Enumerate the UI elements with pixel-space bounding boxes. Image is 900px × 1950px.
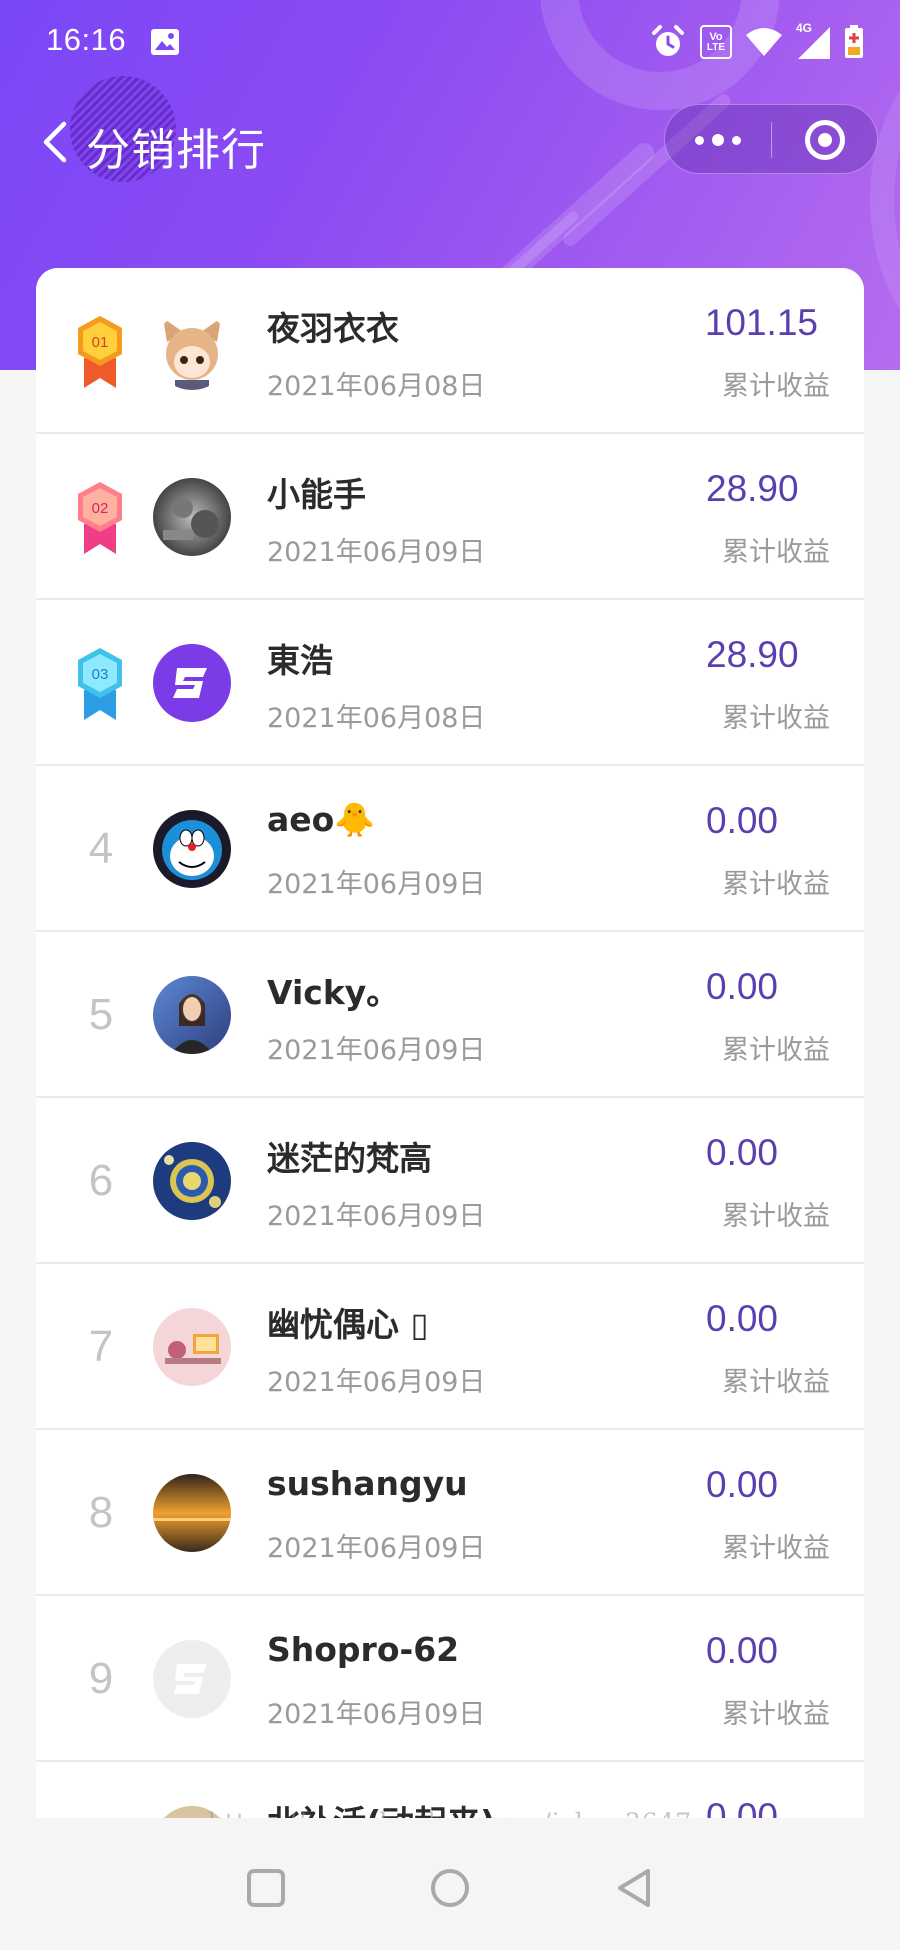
join-date: 2021年06月09日 <box>267 1035 486 1066</box>
status-time: 16:16 <box>46 22 127 57</box>
blue-medal-icon: 03 <box>78 648 122 720</box>
rank-number: 5 <box>88 990 114 1039</box>
ranking-row[interactable]: 7 幽忧偶心 ▯ 2021年06月09日 0.00 累计收益 <box>36 1264 864 1430</box>
status-icons: Vo LTE 4G <box>650 21 864 62</box>
join-date: 2021年06月09日 <box>267 869 486 900</box>
rank-number: 6 <box>88 1156 114 1205</box>
user-name: Shopro-62 <box>267 1630 460 1669</box>
earnings-label: 累计收益 <box>722 1035 830 1066</box>
ranking-row[interactable]: 5 Vicky。 2021年06月09日 0.00 累计收益 <box>36 932 864 1098</box>
ranking-row[interactable]: 4 aeo🐥 2021年06月09日 0.00 累计收益 <box>36 766 864 932</box>
more-dot-icon <box>732 135 741 145</box>
ranking-row[interactable]: 01 夜羽衣衣 2021年06月08日 101.15 累计收益 <box>36 268 864 434</box>
avatar <box>153 1640 231 1718</box>
back-button[interactable] <box>604 1858 664 1918</box>
ranking-row[interactable]: 9 Shopro-62 2021年06月09日 0.00 累计收益 <box>36 1596 864 1762</box>
more-dot-icon <box>695 135 704 145</box>
avatar <box>153 478 231 556</box>
avatar <box>153 1474 231 1552</box>
decorative-ring <box>870 40 900 360</box>
rank-number: 8 <box>88 1488 114 1537</box>
earnings-amount: 28.90 <box>706 468 799 509</box>
user-name: 東浩 <box>267 641 333 680</box>
circle-icon <box>431 1869 469 1907</box>
back-arrow-icon[interactable] <box>36 118 76 166</box>
user-name: 夜羽衣衣 <box>267 309 399 348</box>
rank-number: 9 <box>88 1654 114 1703</box>
gold-medal-icon: 01 <box>78 316 122 388</box>
join-date: 2021年06月08日 <box>267 703 486 734</box>
avatar <box>153 1142 231 1220</box>
gallery-notification-icon <box>151 29 179 55</box>
user-name: 幽忧偶心 ▯ <box>267 1305 429 1344</box>
volte-bottom-text: LTE <box>706 41 726 53</box>
earnings-label: 累计收益 <box>722 1533 830 1564</box>
user-name: sushangyu <box>267 1464 468 1503</box>
volte-top-text: Vo <box>709 30 723 43</box>
avatar <box>153 810 231 888</box>
earnings-label: 累计收益 <box>722 703 830 734</box>
join-date: 2021年06月09日 <box>267 1699 486 1730</box>
recent-apps-button[interactable] <box>236 1858 296 1918</box>
earnings-amount: 0.00 <box>706 1132 779 1173</box>
miniprogram-capsule <box>664 104 878 174</box>
ranking-row[interactable]: 6 迷茫的梵高 2021年06月09日 0.00 累计收益 <box>36 1098 864 1264</box>
medal-rank-text: 02 <box>92 500 109 517</box>
user-name: 迷茫的梵高 <box>267 1139 432 1178</box>
square-icon <box>247 1869 285 1907</box>
join-date: 2021年06月09日 <box>267 1201 486 1232</box>
rank-number: 7 <box>88 1322 114 1371</box>
page-title: 分销排行 <box>86 125 266 176</box>
join-date: 2021年06月09日 <box>267 537 486 568</box>
more-options-button[interactable] <box>665 105 771 175</box>
earnings-amount: 0.00 <box>706 800 779 841</box>
triangle-back-icon <box>618 1869 650 1907</box>
earnings-label: 累计收益 <box>722 1201 830 1232</box>
rank-number: 4 <box>88 824 114 873</box>
ranking-list: 01 夜羽衣衣 2021年06月08日 101.15 累计收益 02 小能手 2… <box>36 268 864 1818</box>
system-navigation-bar <box>0 1818 900 1950</box>
user-name: aeo🐥 <box>267 800 376 839</box>
status-bar: 16:16 Vo LTE 4G <box>0 0 900 86</box>
cellular-signal-icon: 4G <box>796 21 830 59</box>
alarm-icon <box>652 25 684 56</box>
earnings-amount: 0.00 <box>706 1464 779 1505</box>
earnings-amount: 0.00 <box>706 1298 779 1339</box>
avatar <box>153 1308 231 1386</box>
join-date: 2021年06月09日 <box>267 1533 486 1564</box>
avatar <box>153 312 231 390</box>
earnings-amount: 0.00 <box>706 966 779 1007</box>
home-button[interactable] <box>420 1858 480 1918</box>
earnings-amount: 0.00 <box>706 1630 779 1671</box>
earnings-label: 累计收益 <box>722 1699 830 1730</box>
close-miniprogram-button[interactable] <box>772 105 878 175</box>
battery-charging-icon <box>845 25 863 58</box>
target-close-icon <box>805 120 845 160</box>
user-name: Vicky。 <box>267 973 400 1012</box>
medal-rank-text: 01 <box>92 334 109 351</box>
earnings-label: 累计收益 <box>722 371 830 402</box>
avatar <box>153 976 231 1054</box>
volte-icon: Vo LTE <box>700 25 732 59</box>
ranking-row[interactable]: 03 東浩 2021年06月08日 28.90 累计收益 <box>36 600 864 766</box>
ranking-row[interactable]: 02 小能手 2021年06月09日 28.90 累计收益 <box>36 434 864 600</box>
avatar <box>153 644 231 722</box>
earnings-amount: 28.90 <box>706 634 799 675</box>
earnings-label: 累计收益 <box>722 537 830 568</box>
join-date: 2021年06月08日 <box>267 371 486 402</box>
earnings-amount: 101.15 <box>704 302 818 343</box>
earnings-label: 累计收益 <box>722 869 830 900</box>
join-date: 2021年06月09日 <box>267 1367 486 1398</box>
pink-medal-icon: 02 <box>78 482 122 554</box>
more-dot-icon <box>712 134 724 146</box>
ranking-row[interactable]: 8 sushangyu 2021年06月09日 0.00 累计收益 <box>36 1430 864 1596</box>
earnings-label: 累计收益 <box>722 1367 830 1398</box>
medal-rank-text: 03 <box>92 666 109 683</box>
user-name: 小能手 <box>267 475 366 514</box>
network-type-text: 4G <box>796 21 813 35</box>
wifi-icon <box>746 28 782 56</box>
